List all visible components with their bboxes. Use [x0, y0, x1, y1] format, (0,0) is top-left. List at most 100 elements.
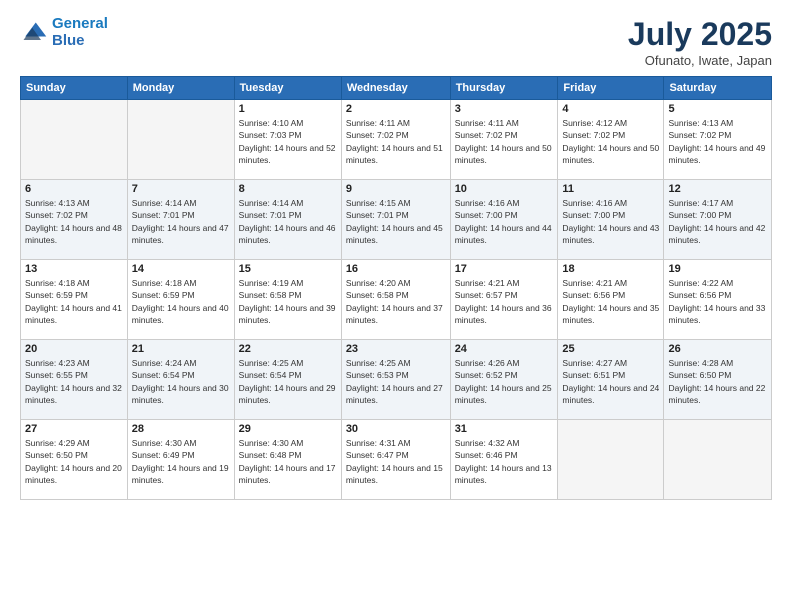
day-number: 25	[562, 343, 659, 355]
logo-icon	[20, 19, 48, 47]
day-number: 2	[346, 103, 446, 115]
calendar-header-wednesday: Wednesday	[341, 77, 450, 100]
calendar-cell: 17Sunrise: 4:21 AM Sunset: 6:57 PM Dayli…	[450, 260, 558, 340]
day-number: 18	[562, 263, 659, 275]
calendar-cell: 11 Sunrise: 4:16 AM Sunset: 7:00 PM Dayli…	[558, 180, 664, 260]
day-number: 21	[132, 343, 230, 355]
logo-text: General Blue	[52, 16, 108, 49]
day-detail: Sunrise: 4:20 AM Sunset: 6:58 PM Dayligh…	[346, 277, 446, 326]
calendar-cell: 5Sunrise: 4:13 AM Sunset: 7:02 PM Daylig…	[664, 100, 772, 180]
day-detail: Sunrise: 4:13 AM Sunset: 7:02 PM Dayligh…	[25, 197, 123, 246]
day-number: 15	[239, 263, 337, 275]
calendar-cell: 27 Sunrise: 4:29 AM Sunset: 6:50 PM Dayli…	[21, 420, 128, 500]
header: General Blue July 2025 Ofunato, Iwate, J…	[20, 16, 772, 68]
day-detail: Sunrise: 4:18 AM Sunset: 6:59 PM Dayligh…	[25, 277, 123, 326]
day-detail: Sunrise: 4:10 AM Sunset: 7:03 PM Dayligh…	[239, 117, 337, 166]
calendar-cell: 3Sunrise: 4:11 AM Sunset: 7:02 PM Daylig…	[450, 100, 558, 180]
day-number: 27	[25, 423, 123, 435]
day-detail: Sunrise: 4:11 AM Sunset: 7:02 PM Dayligh…	[455, 117, 554, 166]
logo: General Blue	[20, 16, 108, 49]
calendar-week-row: 20 Sunrise: 4:23 AM Sunset: 6:55 PM Dayli…	[21, 340, 772, 420]
day-number: 8	[239, 183, 337, 195]
logo-blue: Blue	[52, 32, 85, 49]
calendar-cell: 12Sunrise: 4:17 AM Sunset: 7:00 PM Dayli…	[664, 180, 772, 260]
calendar-week-row: 6Sunrise: 4:13 AM Sunset: 7:02 PM Daylig…	[21, 180, 772, 260]
calendar-header-thursday: Thursday	[450, 77, 558, 100]
day-detail: Sunrise: 4:11 AM Sunset: 7:02 PM Dayligh…	[346, 117, 446, 166]
calendar-header-monday: Monday	[127, 77, 234, 100]
calendar-cell: 6Sunrise: 4:13 AM Sunset: 7:02 PM Daylig…	[21, 180, 128, 260]
day-number: 13	[25, 263, 123, 275]
day-number: 28	[132, 423, 230, 435]
day-detail: Sunrise: 4:12 AM Sunset: 7:02 PM Dayligh…	[562, 117, 659, 166]
day-detail: Sunrise: 4:24 AM Sunset: 6:54 PM Dayligh…	[132, 357, 230, 406]
day-detail: Sunrise: 4:25 AM Sunset: 6:54 PM Dayligh…	[239, 357, 337, 406]
day-number: 5	[668, 103, 767, 115]
day-number: 23	[346, 343, 446, 355]
calendar-cell: 19Sunrise: 4:22 AM Sunset: 6:56 PM Dayli…	[664, 260, 772, 340]
day-number: 20	[25, 343, 123, 355]
day-number: 4	[562, 103, 659, 115]
day-detail: Sunrise: 4:27 AM Sunset: 6:51 PM Dayligh…	[562, 357, 659, 406]
calendar-cell	[558, 420, 664, 500]
calendar-cell: 25 Sunrise: 4:27 AM Sunset: 6:51 PM Dayli…	[558, 340, 664, 420]
logo-general: General	[52, 15, 108, 32]
day-number: 14	[132, 263, 230, 275]
calendar-cell	[127, 100, 234, 180]
calendar-cell: 21 Sunrise: 4:24 AM Sunset: 6:54 PM Dayli…	[127, 340, 234, 420]
calendar-cell: 2 Sunrise: 4:11 AM Sunset: 7:02 PM Daylig…	[341, 100, 450, 180]
day-detail: Sunrise: 4:18 AM Sunset: 6:59 PM Dayligh…	[132, 277, 230, 326]
calendar-cell: 14 Sunrise: 4:18 AM Sunset: 6:59 PM Dayli…	[127, 260, 234, 340]
calendar-header-sunday: Sunday	[21, 77, 128, 100]
day-detail: Sunrise: 4:16 AM Sunset: 7:00 PM Dayligh…	[455, 197, 554, 246]
day-detail: Sunrise: 4:32 AM Sunset: 6:46 PM Dayligh…	[455, 437, 554, 486]
day-number: 11	[562, 183, 659, 195]
calendar-header-row: SundayMondayTuesdayWednesdayThursdayFrid…	[21, 77, 772, 100]
day-number: 16	[346, 263, 446, 275]
calendar-cell: 26 Sunrise: 4:28 AM Sunset: 6:50 PM Dayli…	[664, 340, 772, 420]
day-detail: Sunrise: 4:28 AM Sunset: 6:50 PM Dayligh…	[668, 357, 767, 406]
calendar-cell: 18 Sunrise: 4:21 AM Sunset: 6:56 PM Dayli…	[558, 260, 664, 340]
calendar-header-tuesday: Tuesday	[234, 77, 341, 100]
day-detail: Sunrise: 4:15 AM Sunset: 7:01 PM Dayligh…	[346, 197, 446, 246]
calendar-cell: 1Sunrise: 4:10 AM Sunset: 7:03 PM Daylig…	[234, 100, 341, 180]
day-detail: Sunrise: 4:16 AM Sunset: 7:00 PM Dayligh…	[562, 197, 659, 246]
calendar-cell: 8Sunrise: 4:14 AM Sunset: 7:01 PM Daylig…	[234, 180, 341, 260]
calendar-week-row: 1Sunrise: 4:10 AM Sunset: 7:03 PM Daylig…	[21, 100, 772, 180]
day-detail: Sunrise: 4:26 AM Sunset: 6:52 PM Dayligh…	[455, 357, 554, 406]
calendar-cell: 20 Sunrise: 4:23 AM Sunset: 6:55 PM Dayli…	[21, 340, 128, 420]
calendar-week-row: 13 Sunrise: 4:18 AM Sunset: 6:59 PM Dayli…	[21, 260, 772, 340]
location: Ofunato, Iwate, Japan	[628, 53, 772, 68]
calendar-cell: 4 Sunrise: 4:12 AM Sunset: 7:02 PM Daylig…	[558, 100, 664, 180]
day-detail: Sunrise: 4:30 AM Sunset: 6:49 PM Dayligh…	[132, 437, 230, 486]
day-detail: Sunrise: 4:21 AM Sunset: 6:56 PM Dayligh…	[562, 277, 659, 326]
calendar-cell: 28 Sunrise: 4:30 AM Sunset: 6:49 PM Dayli…	[127, 420, 234, 500]
calendar-cell: 9 Sunrise: 4:15 AM Sunset: 7:01 PM Daylig…	[341, 180, 450, 260]
title-block: July 2025 Ofunato, Iwate, Japan	[628, 16, 772, 68]
day-number: 24	[455, 343, 554, 355]
calendar-cell: 13 Sunrise: 4:18 AM Sunset: 6:59 PM Dayli…	[21, 260, 128, 340]
day-detail: Sunrise: 4:17 AM Sunset: 7:00 PM Dayligh…	[668, 197, 767, 246]
month-title: July 2025	[628, 16, 772, 53]
day-number: 26	[668, 343, 767, 355]
calendar-cell: 7Sunrise: 4:14 AM Sunset: 7:01 PM Daylig…	[127, 180, 234, 260]
calendar-cell: 23 Sunrise: 4:25 AM Sunset: 6:53 PM Dayli…	[341, 340, 450, 420]
day-detail: Sunrise: 4:31 AM Sunset: 6:47 PM Dayligh…	[346, 437, 446, 486]
day-number: 22	[239, 343, 337, 355]
calendar-cell: 30Sunrise: 4:31 AM Sunset: 6:47 PM Dayli…	[341, 420, 450, 500]
day-detail: Sunrise: 4:30 AM Sunset: 6:48 PM Dayligh…	[239, 437, 337, 486]
calendar-cell: 31Sunrise: 4:32 AM Sunset: 6:46 PM Dayli…	[450, 420, 558, 500]
day-number: 9	[346, 183, 446, 195]
day-detail: Sunrise: 4:23 AM Sunset: 6:55 PM Dayligh…	[25, 357, 123, 406]
day-detail: Sunrise: 4:19 AM Sunset: 6:58 PM Dayligh…	[239, 277, 337, 326]
day-number: 7	[132, 183, 230, 195]
day-detail: Sunrise: 4:29 AM Sunset: 6:50 PM Dayligh…	[25, 437, 123, 486]
calendar-header-friday: Friday	[558, 77, 664, 100]
day-number: 29	[239, 423, 337, 435]
day-detail: Sunrise: 4:25 AM Sunset: 6:53 PM Dayligh…	[346, 357, 446, 406]
calendar-cell: 16 Sunrise: 4:20 AM Sunset: 6:58 PM Dayli…	[341, 260, 450, 340]
calendar-cell: 24 Sunrise: 4:26 AM Sunset: 6:52 PM Dayli…	[450, 340, 558, 420]
calendar-cell: 15 Sunrise: 4:19 AM Sunset: 6:58 PM Dayli…	[234, 260, 341, 340]
calendar: SundayMondayTuesdayWednesdayThursdayFrid…	[20, 76, 772, 500]
day-number: 17	[455, 263, 554, 275]
